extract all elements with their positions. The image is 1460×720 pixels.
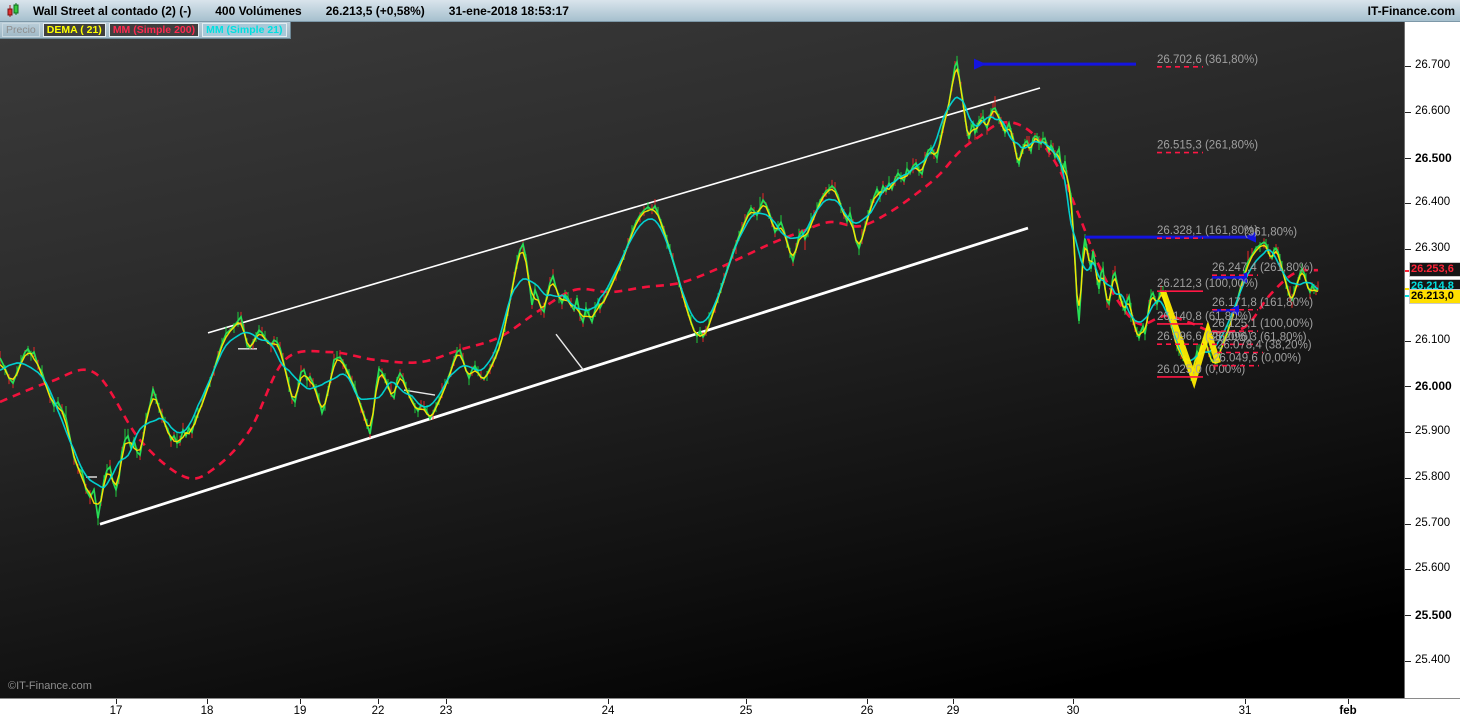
y-axis-tick-mark <box>1405 66 1411 67</box>
y-axis-tick-label: 26.700 <box>1415 59 1451 71</box>
x-axis-tick-mark <box>1348 699 1349 704</box>
x-axis-tick-label: 24 <box>601 705 615 717</box>
y-axis-tick-mark <box>1405 569 1411 571</box>
x-axis-tick-label: 25 <box>739 705 753 717</box>
datetime-label: 31-ene-2018 18:53:17 <box>448 3 569 18</box>
x-axis-tick-label: 22 <box>371 705 385 717</box>
x-axis-tick-mark <box>300 699 301 704</box>
price-badge: 26.213,0 <box>1409 288 1460 304</box>
fib-level-label[interactable]: 26.171,8 (161,80%) <box>1212 297 1313 309</box>
x-axis-tick-mark <box>953 699 954 704</box>
y-axis-tick-label: 25.400 <box>1415 653 1451 666</box>
x-axis-tick-mark <box>1245 699 1246 704</box>
trading-app-window: 26.702,6 (361,80%) 26.515,3 (261,80%) 26.3… <box>0 0 1460 720</box>
y-axis-tick-mark <box>1405 523 1411 525</box>
y-axis-tick-label: 25.800 <box>1415 470 1451 483</box>
x-axis-tick-label: 29 <box>946 705 960 717</box>
y-axis-tick-mark <box>1405 157 1411 159</box>
y-axis-tick-mark <box>1405 477 1411 479</box>
x-axis-tick-mark <box>1073 699 1074 704</box>
y-axis-tick-mark <box>1405 615 1411 617</box>
legend-item-2[interactable]: MM (Simple 200) <box>108 22 200 37</box>
y-axis-tick-mark <box>1405 386 1411 388</box>
x-axis-tick-mark <box>116 699 117 704</box>
fib-level-label[interactable]: 26.125,1 (100,00%) <box>1212 318 1313 330</box>
fib-level-label[interactable]: 26.702,6 (361,80%) <box>1157 54 1258 66</box>
legend-item-3[interactable]: MM (Simple 21) <box>202 22 287 37</box>
price-axis[interactable]: 26.700 26.600 26.500 26.400 26.300 26.100 26.0… <box>1404 22 1460 698</box>
x-axis-tick-label: 30 <box>1066 705 1080 717</box>
price-badge: 26.253,6 <box>1409 262 1460 278</box>
x-axis-tick-mark <box>608 699 609 704</box>
y-axis-tick-label: 25.900 <box>1415 425 1451 438</box>
y-axis-tick-label: 26.600 <box>1415 104 1451 117</box>
watermark-copyright: ©IT-Finance.com <box>8 680 92 692</box>
y-axis-tick-mark <box>1405 111 1411 113</box>
fib-level-label[interactable]: 26.328,1 (161,80%) <box>1157 225 1258 237</box>
x-axis-tick-label: 19 <box>293 705 307 717</box>
fib-level-label[interactable]: 26.078,4 (38,20%) <box>1217 340 1312 352</box>
x-axis-tick-mark <box>446 699 447 704</box>
y-axis-tick-mark <box>1405 249 1411 251</box>
x-axis-tick-mark <box>378 699 379 704</box>
y-axis-tick-mark <box>1405 432 1411 434</box>
x-axis-tick-label: 26 <box>860 705 874 717</box>
last-price-change: 26.213,5 (+0,58%) <box>325 3 425 18</box>
fib-level-label[interactable]: 26.212,3 (100,00%) <box>1157 278 1258 290</box>
legend-item-0[interactable]: Precio <box>2 22 40 37</box>
fib-level-label[interactable]: 26.049,6 (0,00%) <box>1213 353 1301 365</box>
price-line <box>0 59 1319 519</box>
y-axis-tick-mark <box>1405 203 1411 205</box>
arrow-head-icon <box>974 58 986 70</box>
x-axis-tick-label: 31 <box>1238 705 1252 717</box>
time-axis[interactable]: 17 18 19 22 23 24 25 26 29 30 31 feb <box>0 698 1460 720</box>
fib-level-label[interactable]: 26.247,4 (261,80%) <box>1212 262 1313 274</box>
x-axis-tick-label: feb <box>1339 705 1357 717</box>
trend-channel-line-upper[interactable] <box>207 87 1041 334</box>
y-axis-tick-mark <box>1405 660 1411 662</box>
y-axis-tick-label: 26.500 <box>1415 150 1452 165</box>
x-axis-tick-mark <box>867 699 868 704</box>
y-axis-tick-label: 26.100 <box>1415 333 1451 346</box>
x-axis-tick-mark <box>746 699 747 704</box>
y-axis-tick-label: 26.400 <box>1415 196 1451 209</box>
fib-level-label[interactable]: (361,80%) <box>1244 226 1297 238</box>
volume-label: 400 Volúmenes <box>215 3 302 18</box>
titlebar: Wall Street al contado (2) (-) 400 Volúm… <box>0 0 1460 22</box>
x-axis-tick-label: 18 <box>200 705 214 717</box>
session-gap-mark <box>555 333 585 372</box>
y-axis-tick-label: 25.700 <box>1415 516 1451 529</box>
legend-item-1[interactable]: DEMA ( 21) <box>42 22 106 37</box>
y-axis-tick-label: 25.600 <box>1415 562 1451 575</box>
trend-channel-line-lower[interactable] <box>99 226 1029 526</box>
price-chart[interactable]: 26.702,6 (361,80%) 26.515,3 (261,80%) 26.3… <box>0 0 1404 698</box>
fib-level-label[interactable]: 26.515,3 (261,80%) <box>1157 140 1258 152</box>
x-axis-tick-mark <box>207 699 208 704</box>
candlestick-icon <box>6 3 21 18</box>
instrument-title: Wall Street al contado (2) (-) <box>33 3 192 18</box>
x-axis-tick-label: 17 <box>109 705 123 717</box>
brand-label: IT-Finance.com <box>1367 3 1455 18</box>
mm21-line[interactable] <box>0 96 1319 489</box>
x-axis-tick-label: 23 <box>439 705 453 717</box>
y-axis-tick-label: 26.300 <box>1415 242 1451 255</box>
indicator-legend: Precio DEMA ( 21) MM (Simple 200) MM (Simpl… <box>0 22 291 39</box>
y-axis-tick-label: 25.500 <box>1415 608 1452 623</box>
y-axis-tick-label: 26.000 <box>1415 379 1452 394</box>
chart-canvas[interactable]: 26.702,6 (361,80%) 26.515,3 (261,80%) 26.3… <box>0 0 1404 698</box>
y-axis-tick-mark <box>1405 340 1411 342</box>
